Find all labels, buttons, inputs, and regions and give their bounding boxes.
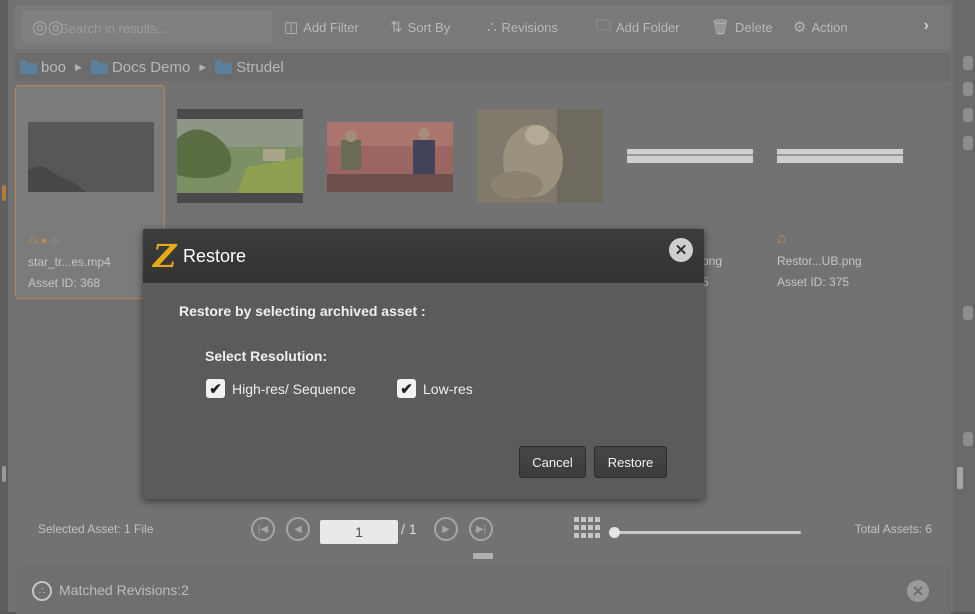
search-input[interactable] — [58, 17, 262, 39]
breadcrumb-label: boo — [41, 58, 67, 76]
dialog-title: Restore — [183, 246, 247, 266]
asset-thumbnail — [327, 122, 453, 192]
add-folder-button[interactable]: 🗀 Add Folder — [596, 15, 680, 39]
add-filter-label: Add Filter — [303, 19, 359, 35]
breadcrumb-item[interactable]: boo — [20, 59, 66, 76]
asset-thumbnail — [477, 109, 603, 203]
trash-icon: 🗑 — [711, 19, 731, 36]
breadcrumb-item[interactable]: Docs Demo — [90, 58, 191, 76]
restore-button[interactable]: Restore — [594, 446, 667, 478]
matched-revisions-label: Matched Revisions:2 — [59, 582, 189, 598]
restore-instruction: Restore by selecting archived asset : — [179, 303, 426, 319]
restore-dialog: Z Restore ✕ Restore by selecting archive… — [143, 229, 704, 499]
low-res-label: Low-res — [423, 381, 473, 397]
pagination-bar: Selected Asset: 1 File |◀ ◀ / 1 ▶ ▶| Tot… — [14, 506, 951, 554]
asset-id: Asset ID: 375 — [777, 275, 850, 289]
grid-view-icon[interactable] — [574, 517, 600, 539]
revisions-panel: ∴ Matched Revisions:2 ✕ — [16, 566, 951, 614]
breadcrumb-separator-icon: ▶ — [199, 61, 207, 72]
sort-icon: ⇅ — [390, 19, 403, 36]
low-res-checkbox[interactable]: ✔ — [397, 379, 416, 398]
filter-icon: ◫ — [284, 19, 299, 36]
revisions-icon: ∴ — [32, 581, 52, 601]
action-button[interactable]: ⚙ Action — [793, 15, 848, 39]
right-rail-button[interactable] — [963, 82, 973, 96]
next-page-icon[interactable]: ▶ — [434, 517, 458, 541]
close-icon[interactable]: ✕ — [907, 580, 929, 602]
dialog-header: Z Restore ✕ — [143, 229, 704, 283]
right-rail-button[interactable] — [963, 432, 973, 446]
gear-icon: ⚙ — [793, 19, 807, 36]
right-rail — [953, 0, 975, 612]
high-res-checkbox[interactable]: ✔ — [206, 379, 225, 398]
folder-icon — [215, 59, 233, 74]
thumbnail-size-slider[interactable] — [615, 531, 801, 534]
asset-thumbnail — [177, 109, 303, 203]
asset-id: Asset ID: 368 — [28, 276, 101, 290]
asset-status-icons: ♺ — [777, 234, 787, 246]
first-page-icon[interactable]: |◀ — [251, 517, 275, 541]
left-rail-marker — [2, 185, 6, 201]
app-logo: Z — [153, 237, 177, 275]
revisions-icon: ∴ — [487, 19, 497, 36]
sort-by-label: Sort By — [407, 19, 451, 35]
app-window: ◎◎ ◫ Add Filter ⇅ Sort By ∴ Revisions 🗀 … — [0, 0, 975, 614]
right-rail-button[interactable] — [963, 136, 973, 150]
toolbar: ◎◎ ◫ Add Filter ⇅ Sort By ∴ Revisions 🗀 … — [14, 5, 951, 49]
previous-page-icon[interactable]: ◀ — [286, 517, 310, 541]
asset-status-icons: ♺ ● ◎ — [28, 235, 61, 247]
revisions-button[interactable]: ∴ Revisions — [487, 15, 558, 39]
right-rail-button[interactable] — [963, 108, 973, 122]
total-assets: Total Assets: 6 — [854, 522, 932, 536]
thumbnail-size-slider-handle[interactable] — [609, 527, 620, 538]
dialog-body: Restore by selecting archived asset : Se… — [143, 283, 704, 499]
add-folder-label: Add Folder — [616, 19, 680, 35]
breadcrumb-label: Docs Demo — [111, 58, 191, 76]
high-res-label: High-res/ Sequence — [232, 381, 356, 397]
add-filter-button[interactable]: ◫ Add Filter — [284, 15, 359, 39]
sort-by-button[interactable]: ⇅ Sort By — [390, 15, 450, 39]
chevron-right-icon[interactable]: › — [924, 17, 929, 35]
add-folder-icon: 🗀 — [596, 16, 612, 34]
cancel-button[interactable]: Cancel — [519, 446, 586, 478]
breadcrumb-separator-icon: ▶ — [75, 61, 82, 72]
asset-thumbnail — [28, 122, 154, 192]
asset-thumbnail — [627, 147, 753, 165]
asset-name: Restor...UB.png — [777, 254, 862, 268]
page-total: / 1 — [401, 521, 417, 537]
selected-asset-count: Selected Asset: 1 File — [38, 522, 154, 536]
delete-button[interactable]: 🗑 Delete — [711, 15, 773, 39]
folder-icon — [20, 59, 37, 74]
page-number-input[interactable] — [320, 520, 398, 544]
breadcrumb-label: Strudel — [236, 58, 284, 76]
left-rail — [0, 0, 8, 612]
resolution-label: Select Resolution: — [205, 348, 328, 364]
folder-icon — [90, 59, 108, 74]
asset-name: star_tr...es.mp4 — [28, 255, 111, 269]
search-box[interactable]: ◎◎ — [22, 10, 272, 44]
right-rail-handle[interactable] — [957, 467, 963, 489]
breadcrumb-item[interactable]: Strudel — [215, 59, 284, 76]
right-rail-button[interactable] — [963, 306, 973, 320]
last-page-icon[interactable]: ▶| — [469, 517, 493, 541]
left-rail-handle[interactable] — [2, 466, 6, 482]
delete-label: Delete — [735, 19, 773, 35]
asset-card[interactable]: ♺ Restor...UB.png Asset ID: 375 — [765, 85, 915, 299]
breadcrumb: boo ▶ Docs Demo ▶ Strudel — [14, 53, 951, 81]
action-label: Action — [811, 19, 848, 35]
panel-resize-handle[interactable] — [473, 553, 493, 559]
close-icon[interactable]: ✕ — [669, 238, 693, 262]
revisions-label: Revisions — [501, 19, 558, 35]
right-rail-button[interactable] — [963, 56, 973, 70]
asset-thumbnail — [777, 147, 903, 165]
